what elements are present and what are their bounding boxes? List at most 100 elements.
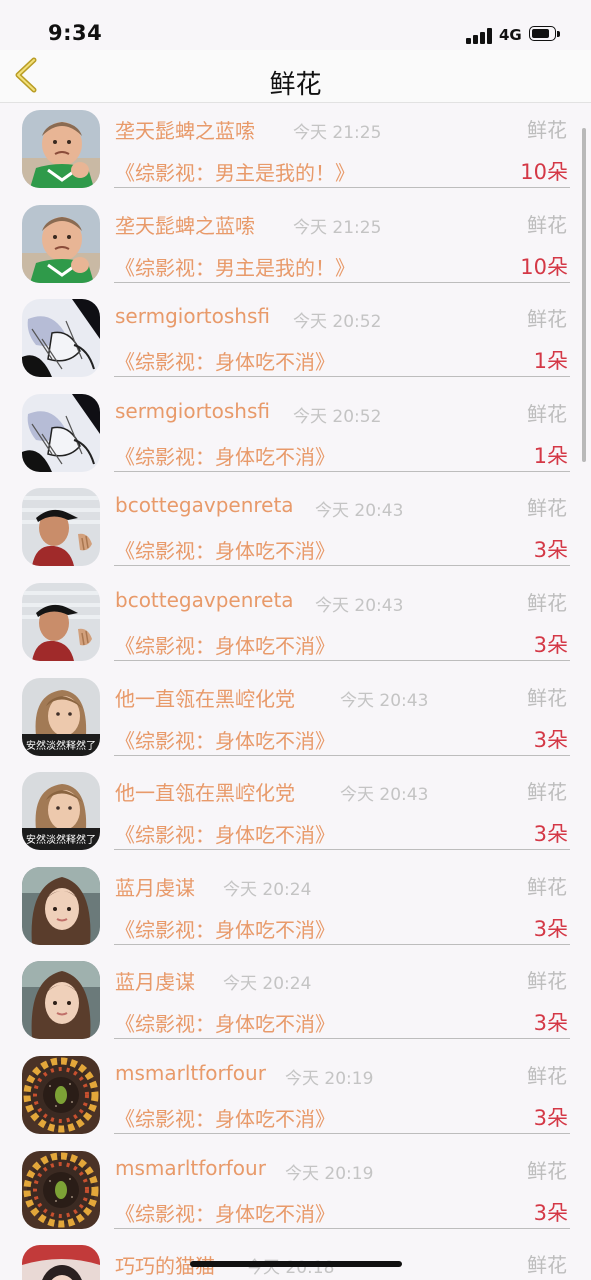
gift-type: 鲜花 xyxy=(527,1158,567,1183)
list-item[interactable]: msmarltforfour 今天 20:19 鲜花 《综影视：身体吃不消》 3… xyxy=(0,1049,591,1144)
timestamp: 今天 20:24 xyxy=(223,974,312,995)
battery-icon xyxy=(529,26,561,43)
list-item[interactable]: bcottegavpenreta 今天 20:43 鲜花 《综影视：身体吃不消》… xyxy=(0,481,591,576)
list-item[interactable]: bcottegavpenreta 今天 20:43 鲜花 《综影视：身体吃不消》… xyxy=(0,576,591,671)
book-title[interactable]: 《综影视：身体吃不消》 xyxy=(115,914,335,943)
user-name[interactable]: 他一直瓴在黑崆化党 xyxy=(115,683,295,712)
home-indicator[interactable] xyxy=(190,1261,402,1267)
cellular-signal-icon xyxy=(466,28,494,44)
gift-type: 鲜花 xyxy=(527,1253,567,1278)
nav-bar: 鲜花 xyxy=(0,50,591,103)
divider xyxy=(114,187,570,188)
user-name[interactable]: bcottegavpenreta xyxy=(115,588,294,612)
book-title[interactable]: 《综影视：男主是我的！》 xyxy=(115,157,355,186)
flower-count: 1朵 xyxy=(533,443,568,468)
divider xyxy=(114,470,570,472)
list-item[interactable]: sermgiortoshsfi 今天 20:52 鲜花 《综影视：身体吃不消》 … xyxy=(0,387,591,482)
user-name[interactable]: bcottegavpenreta xyxy=(115,493,294,517)
gift-type: 鲜花 xyxy=(527,685,567,710)
avatar[interactable] xyxy=(22,866,100,945)
avatar-caption: 安然淡然释然了 xyxy=(26,739,96,752)
book-title[interactable]: 《综影视：身体吃不消》 xyxy=(115,819,335,848)
gift-type: 鲜花 xyxy=(527,401,567,426)
avatar[interactable] xyxy=(22,110,100,188)
book-title[interactable]: 《综影视：身体吃不消》 xyxy=(115,441,335,470)
scrollbar[interactable] xyxy=(582,128,586,462)
divider xyxy=(114,281,570,283)
status-bar: 9:34 4G xyxy=(0,0,591,50)
avatar[interactable] xyxy=(22,1056,100,1134)
gift-type: 鲜花 xyxy=(527,591,567,615)
user-name[interactable]: sermgiortoshsfi xyxy=(115,304,270,328)
list-item[interactable]: 安然淡然释然了 他一直瓴在黑崆化党 今天 20:43 鲜花 《综影视：身体吃不消… xyxy=(0,671,591,766)
flower-count: 3朵 xyxy=(533,1011,568,1036)
status-time: 9:34 xyxy=(48,21,103,45)
book-title[interactable]: 《综影视：身体吃不消》 xyxy=(115,1103,335,1132)
gift-type: 鲜花 xyxy=(527,874,567,899)
timestamp: 今天 20:19 xyxy=(285,1069,374,1089)
girl-caption-avatar: 安然淡然释然了 xyxy=(22,677,100,756)
girl-bangs-avatar xyxy=(22,961,100,1040)
list-item[interactable]: sermgiortoshsfi 今天 20:52 鲜花 《综影视：身体吃不消》 … xyxy=(0,292,591,387)
list-item[interactable]: 巧巧的猫猫 今天 20:18 鲜花 xyxy=(0,1238,591,1280)
avatar[interactable] xyxy=(22,583,100,661)
flower-count: 3朵 xyxy=(533,822,568,847)
flower-count: 10朵 xyxy=(520,160,568,184)
gift-type: 鲜花 xyxy=(527,969,567,994)
gift-type: 鲜花 xyxy=(527,307,567,332)
timestamp: 今天 20:52 xyxy=(293,406,382,427)
divider xyxy=(114,1038,570,1040)
user-name[interactable]: 他一直瓴在黑崆化党 xyxy=(115,777,295,806)
fruit-ring-avatar xyxy=(22,1056,100,1134)
user-name[interactable]: msmarltforfour xyxy=(115,1061,266,1085)
book-title[interactable]: 《综影视：身体吃不消》 xyxy=(115,630,335,659)
book-title[interactable]: 《综影视：身体吃不消》 xyxy=(115,1198,335,1227)
flower-count: 1朵 xyxy=(533,349,568,374)
book-title[interactable]: 《综影视：身体吃不消》 xyxy=(115,535,335,564)
pink-avatar xyxy=(22,1245,100,1280)
timestamp: 今天 20:43 xyxy=(315,501,404,522)
cap-man-avatar xyxy=(22,583,100,661)
avatar[interactable] xyxy=(22,1245,100,1280)
baby-fist-avatar xyxy=(22,204,100,283)
fruit-ring-avatar xyxy=(22,1151,100,1229)
flower-count: 3朵 xyxy=(533,1200,568,1225)
timestamp: 今天 20:43 xyxy=(340,785,429,806)
list-item[interactable]: 垄天髭蜱之蓝嗦 今天 21:25 鲜花 《综影视：男主是我的！》 10朵 xyxy=(0,198,591,293)
timestamp: 今天 20:43 xyxy=(315,596,404,616)
avatar[interactable] xyxy=(22,1151,100,1229)
anime-sketch-avatar xyxy=(22,393,100,472)
timestamp: 今天 20:43 xyxy=(340,690,429,711)
avatar[interactable]: 安然淡然释然了 xyxy=(22,772,100,851)
gift-type: 鲜花 xyxy=(527,212,567,237)
list-item[interactable]: 蓝月虔谋 今天 20:24 鲜花 《综影视：身体吃不消》 3朵 xyxy=(0,860,591,955)
divider xyxy=(114,1133,570,1134)
user-name[interactable]: 蓝月虔谋 xyxy=(115,872,195,901)
user-name[interactable]: msmarltforfour xyxy=(115,1156,266,1180)
user-name[interactable]: 蓝月虔谋 xyxy=(115,966,195,995)
book-title[interactable]: 《综影视：身体吃不消》 xyxy=(115,725,335,754)
list-item[interactable]: 蓝月虔谋 今天 20:24 鲜花 《综影视：身体吃不消》 3朵 xyxy=(0,954,591,1049)
user-name[interactable]: sermgiortoshsfi xyxy=(115,399,270,423)
avatar[interactable]: 安然淡然释然了 xyxy=(22,677,100,756)
book-title[interactable]: 《综影视：男主是我的！》 xyxy=(115,252,355,281)
avatar[interactable] xyxy=(22,204,100,283)
list-item[interactable]: msmarltforfour 今天 20:19 鲜花 《综影视：身体吃不消》 3… xyxy=(0,1144,591,1239)
book-title[interactable]: 《综影视：身体吃不消》 xyxy=(115,346,335,375)
flower-count: 3朵 xyxy=(533,916,568,941)
girl-caption-avatar: 安然淡然释然了 xyxy=(22,772,100,851)
user-name[interactable]: 垄天髭蜱之蓝嗦 xyxy=(115,115,255,144)
list-item[interactable]: 垄天髭蜱之蓝嗦 今天 21:25 鲜花 《综影视：男主是我的！》 10朵 xyxy=(0,103,591,198)
avatar[interactable] xyxy=(22,393,100,472)
avatar[interactable] xyxy=(22,488,100,567)
avatar[interactable] xyxy=(22,961,100,1040)
anime-sketch-avatar xyxy=(22,299,100,378)
list-item[interactable]: 安然淡然释然了 他一直瓴在黑崆化党 今天 20:43 鲜花 《综影视：身体吃不消… xyxy=(0,765,591,860)
divider xyxy=(114,849,570,851)
user-name[interactable]: 垄天髭蜱之蓝嗦 xyxy=(115,210,255,239)
divider xyxy=(114,565,570,567)
avatar[interactable] xyxy=(22,299,100,378)
divider xyxy=(114,660,570,661)
avatar-caption: 安然淡然释然了 xyxy=(26,833,96,846)
book-title[interactable]: 《综影视：身体吃不消》 xyxy=(115,1008,335,1037)
